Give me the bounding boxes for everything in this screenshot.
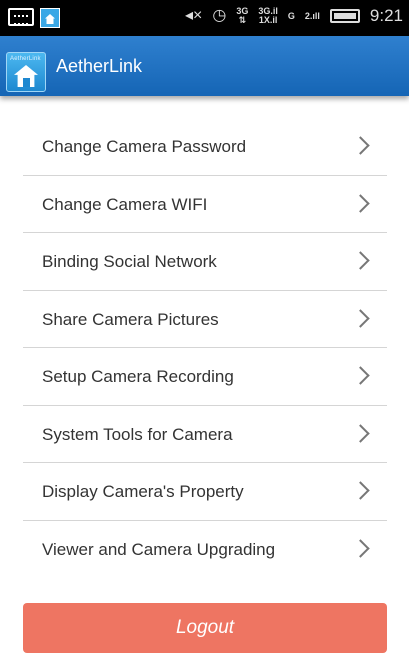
chevron-right-icon	[351, 423, 370, 443]
keyboard-icon	[8, 8, 34, 26]
logout-label: Logout	[175, 617, 235, 638]
settings-menu-list: Change Camera Password Change Camera WIF…	[23, 118, 387, 578]
action-bar: AetherLink AetherLink	[0, 36, 409, 96]
signal-bars-icon: 2.ıll	[304, 10, 320, 21]
menu-item-setup-camera-recording[interactable]: Setup Camera Recording	[23, 348, 387, 406]
menu-item-label: Viewer and Camera Upgrading	[42, 539, 276, 559]
alarm-icon: ◷	[212, 7, 227, 24]
chevron-right-icon	[351, 193, 370, 213]
status-time: 9:21	[369, 6, 403, 25]
aetherlink-logo-icon[interactable]: AetherLink	[6, 52, 46, 92]
mute-icon: ◂×	[185, 7, 203, 24]
menu-item-binding-social-network[interactable]: Binding Social Network	[23, 233, 387, 291]
menu-item-upgrading[interactable]: Viewer and Camera Upgrading	[23, 521, 387, 579]
battery-icon	[329, 9, 360, 23]
menu-item-display-camera-property[interactable]: Display Camera's Property	[23, 463, 387, 521]
signal-icon: 3G.il 1X.il	[258, 6, 278, 25]
network-g-icon: G	[287, 10, 295, 21]
chevron-right-icon	[351, 366, 370, 385]
chevron-right-icon	[351, 136, 370, 155]
menu-item-label: Display Camera's Property	[42, 482, 244, 501]
chevron-right-icon	[351, 538, 370, 558]
logout-button[interactable]: Logout	[23, 603, 387, 653]
chevron-right-icon	[351, 481, 370, 500]
menu-item-label: System Tools for Camera	[42, 424, 233, 444]
chevron-right-icon	[351, 308, 370, 328]
menu-item-label: Binding Social Network	[42, 252, 217, 271]
menu-item-label: Change Camera WIFI	[42, 194, 208, 214]
menu-item-label: Change Camera Password	[42, 137, 247, 156]
menu-item-share-camera-pictures[interactable]: Share Camera Pictures	[23, 291, 387, 348]
menu-item-change-camera-password[interactable]: Change Camera Password	[23, 118, 387, 176]
network-3g-icon: 3G ⇅	[236, 6, 249, 25]
app-title: AetherLink	[56, 56, 143, 76]
menu-item-label: Share Camera Pictures	[42, 309, 219, 329]
status-bar: ◂× ◷ 3G ⇅ 3G.il 1X.il G 2.ıll 9:21	[0, 0, 409, 36]
menu-item-system-tools[interactable]: System Tools for Camera	[23, 406, 387, 463]
chevron-right-icon	[351, 251, 370, 270]
app-notification-icon	[40, 8, 60, 28]
menu-item-change-camera-wifi[interactable]: Change Camera WIFI	[23, 176, 387, 233]
menu-item-label: Setup Camera Recording	[42, 367, 234, 386]
